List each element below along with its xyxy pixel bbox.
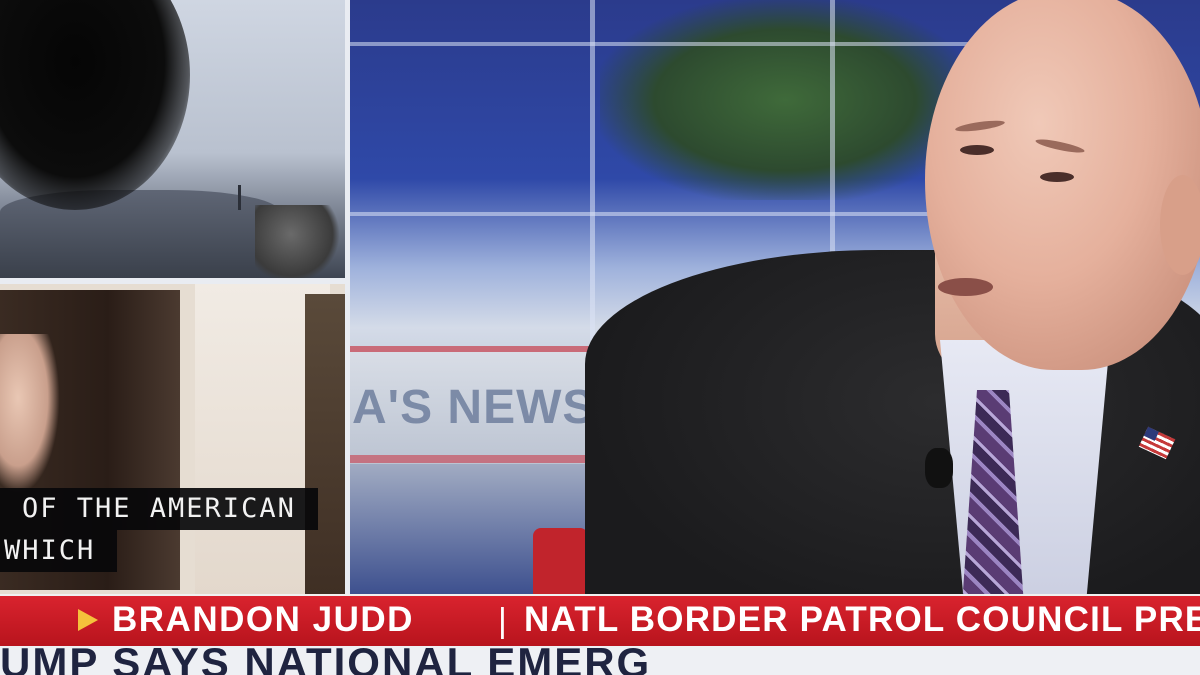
name-title-separator: | [498, 602, 507, 640]
trees [255, 205, 345, 278]
studio-greenery [600, 0, 970, 200]
guest-name: BRANDON JUDD [112, 600, 414, 639]
guest-mouth [938, 278, 993, 296]
guest-eye [1040, 172, 1074, 182]
caption-line-2: WHICH [0, 530, 118, 572]
lapel-mic-icon [925, 448, 953, 488]
capitol-feed-panel [0, 0, 345, 278]
ticker-text: UMP SAYS NATIONAL EMERG [0, 646, 652, 675]
guest-head [925, 0, 1200, 370]
studio-grid-line [590, 0, 595, 340]
foreground-blur [0, 0, 190, 210]
guest-title: NATL BORDER PATROL COUNCIL PRES [524, 600, 1200, 639]
speaker-figure [0, 334, 60, 494]
studio-grid-line [350, 212, 930, 216]
headline-ticker: UMP SAYS NATIONAL EMERG [0, 646, 1200, 675]
guest-ear [1160, 175, 1200, 275]
studio-grid-line [350, 42, 970, 46]
caption-line-1: OF THE AMERICAN [0, 488, 318, 530]
studio-chair [533, 528, 588, 598]
closed-caption: OF THE AMERICAN WHICH [0, 488, 318, 572]
flagpole [238, 185, 241, 210]
studio-grid-line [830, 0, 835, 260]
guest-eye [960, 145, 994, 155]
play-icon [78, 609, 98, 631]
tv-frame: A'S NEWSR OF THE AMERICAN WHICH BRANDON … [0, 0, 1200, 675]
